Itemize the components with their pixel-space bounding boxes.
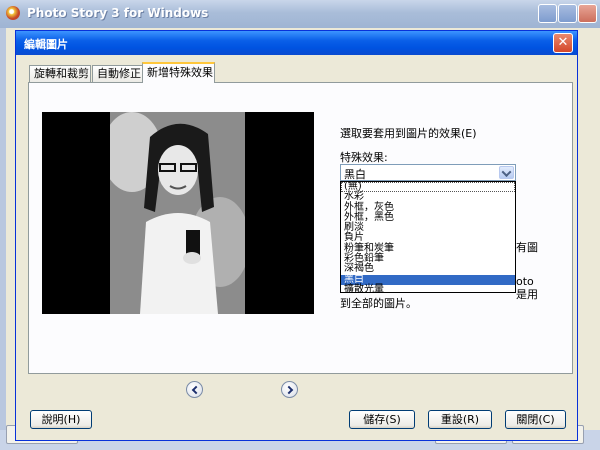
effect-options-list[interactable]: (無) 水彩 外框，灰色 外框，黑色 刷淡 負片 粉筆和炭筆 彩色鉛筆 深褐色 …	[340, 181, 516, 293]
hidden-text-fragment: 到全部的圖片。	[340, 297, 417, 310]
main-title-bar: Photo Story 3 for Windows	[0, 0, 600, 28]
effect-dropdown-value: 黑白	[344, 168, 366, 181]
dialog-close-button[interactable]: ✕	[553, 33, 573, 53]
maximize-button[interactable]	[558, 4, 577, 23]
effect-option[interactable]: 刷淡	[341, 223, 515, 233]
next-picture-button[interactable]	[281, 381, 298, 398]
close-button[interactable]: 關閉(C)	[505, 410, 566, 429]
effect-option[interactable]: 外框，黑色	[341, 212, 515, 223]
chevron-down-icon[interactable]	[499, 166, 514, 179]
help-button[interactable]: 說明(H)	[30, 410, 92, 429]
effect-instruction: 選取要套用到圖片的效果(E)	[340, 127, 477, 140]
hidden-text-fragment: 有圖	[516, 241, 538, 254]
hidden-text-fragment: 是用	[516, 288, 538, 301]
previous-picture-button[interactable]	[186, 381, 203, 398]
close-icon: ✕	[557, 35, 569, 50]
photo-story-app-icon	[6, 6, 20, 20]
effect-option[interactable]: (無)	[341, 182, 515, 193]
edit-picture-dialog: 編輯圖片 ✕ 旋轉和裁剪 自動修正 新增特殊效果 選取要套用到圖片的效果(E) …	[15, 30, 578, 441]
main-window-frame	[0, 28, 6, 450]
dialog-title: 編輯圖片	[24, 38, 68, 51]
tab-add-effect[interactable]: 新增特殊效果	[142, 62, 215, 83]
main-window-title: Photo Story 3 for Windows	[27, 6, 209, 20]
preview-photo	[110, 112, 245, 314]
main-close-button[interactable]	[578, 4, 597, 23]
effect-option[interactable]: 擴散光暈	[341, 284, 515, 292]
minimize-button[interactable]	[538, 4, 557, 23]
reset-button[interactable]: 重設(R)	[428, 410, 492, 429]
image-preview	[42, 112, 314, 314]
effect-dropdown-label: 特殊效果:	[340, 151, 388, 164]
dialog-title-bar: 編輯圖片 ✕	[16, 31, 577, 55]
effect-dropdown[interactable]: 黑白	[340, 164, 516, 181]
tab-auto-fix[interactable]: 自動修正	[92, 65, 143, 82]
save-button[interactable]: 儲存(S)	[349, 410, 415, 429]
effect-option[interactable]: 深褐色	[341, 264, 515, 274]
tab-rotate-crop[interactable]: 旋轉和裁剪	[29, 65, 91, 82]
